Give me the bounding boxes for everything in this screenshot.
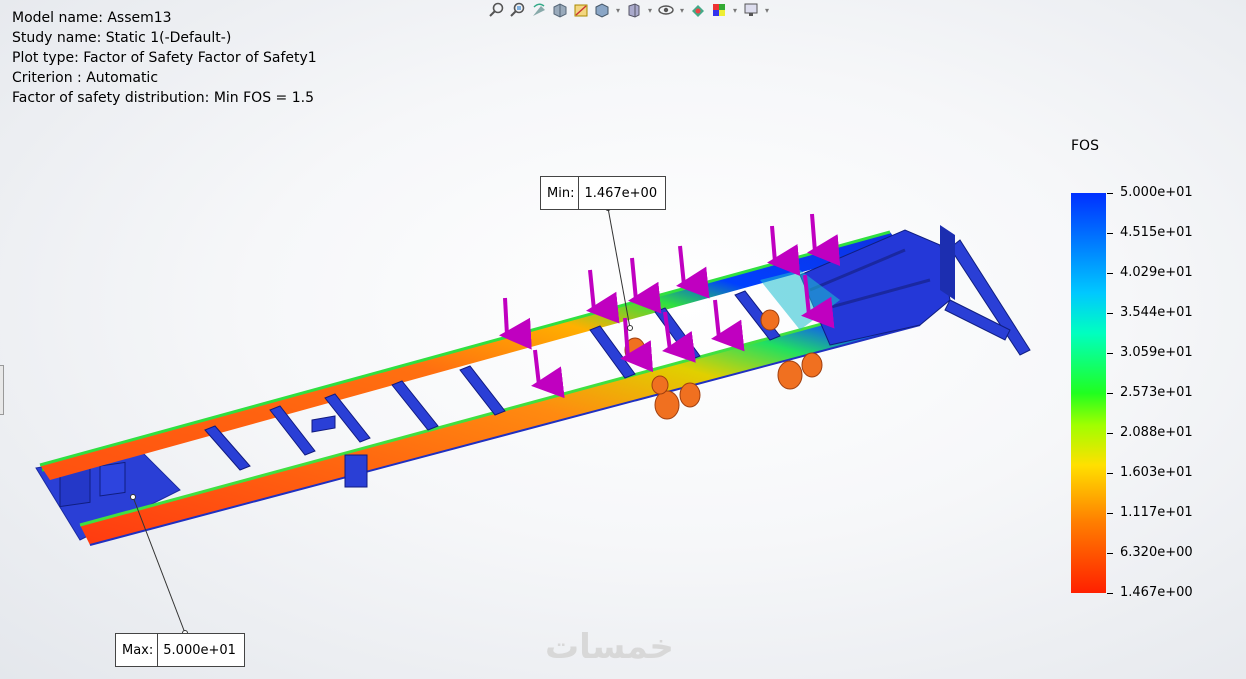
legend-tick bbox=[1107, 593, 1113, 594]
legend-tick-label: 4.029e+01 bbox=[1120, 265, 1193, 280]
legend-tick-label: 3.059e+01 bbox=[1120, 345, 1193, 360]
chassis-fos-plot[interactable] bbox=[0, 0, 1246, 679]
side-panel-toggle[interactable] bbox=[0, 365, 4, 415]
legend-tick-label: 1.603e+01 bbox=[1120, 465, 1193, 480]
min-callout[interactable]: Min: 1.467e+00 bbox=[540, 176, 667, 210]
legend-tick-label: 5.000e+01 bbox=[1120, 185, 1193, 200]
min-label: Min: bbox=[541, 177, 580, 209]
legend-tick-label: 6.320e+00 bbox=[1120, 545, 1193, 560]
legend-tick-label: 3.544e+01 bbox=[1120, 305, 1193, 320]
legend-tick bbox=[1107, 233, 1113, 234]
max-callout[interactable]: Max: 5.000e+01 bbox=[115, 633, 245, 667]
legend-title: FOS bbox=[1071, 138, 1099, 154]
max-value: 5.000e+01 bbox=[163, 642, 236, 658]
legend-tick bbox=[1107, 513, 1113, 514]
legend-tick-label: 1.117e+01 bbox=[1120, 505, 1193, 520]
legend-color-bar bbox=[1071, 193, 1106, 593]
watermark: خمسات bbox=[545, 627, 674, 667]
legend-tick bbox=[1107, 393, 1113, 394]
legend-tick bbox=[1107, 433, 1113, 434]
legend-tick bbox=[1107, 273, 1113, 274]
legend-tick bbox=[1107, 473, 1113, 474]
legend-tick-label: 2.088e+01 bbox=[1120, 425, 1193, 440]
fos-legend[interactable]: FOS 5.000e+01 4.515e+01 4.029e+01 3.544e+01… bbox=[1071, 138, 1221, 608]
legend-tick-label: 1.467e+00 bbox=[1120, 585, 1193, 600]
legend-tick bbox=[1107, 553, 1113, 554]
legend-tick-label: 2.573e+01 bbox=[1120, 385, 1193, 400]
legend-tick bbox=[1107, 313, 1113, 314]
max-label: Max: bbox=[116, 634, 159, 666]
legend-tick bbox=[1107, 353, 1113, 354]
legend-tick bbox=[1107, 193, 1113, 194]
min-value: 1.467e+00 bbox=[584, 185, 658, 201]
legend-tick-label: 4.515e+01 bbox=[1120, 225, 1193, 240]
